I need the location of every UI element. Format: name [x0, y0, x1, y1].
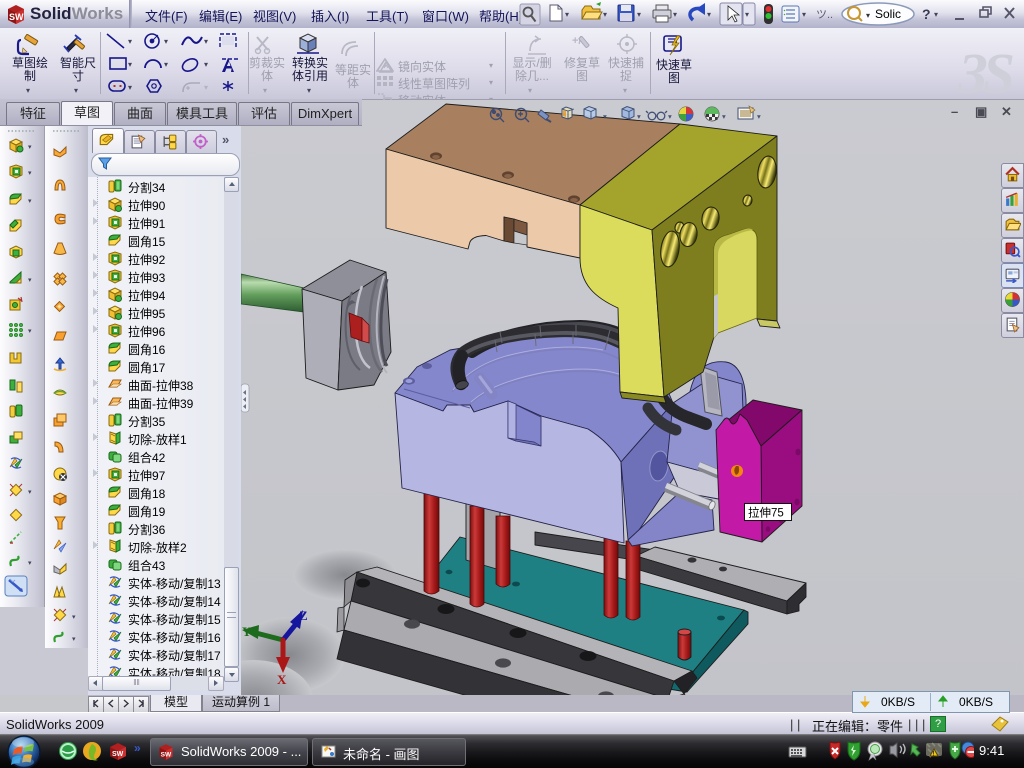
svg-text:▾: ▾: [72, 614, 76, 621]
svg-text:▾: ▾: [603, 112, 607, 121]
svg-text:▾: ▾: [603, 10, 607, 19]
svg-text:ツ..: ツ..: [816, 9, 833, 21]
svg-text:▾: ▾: [28, 560, 32, 567]
svg-text:▾: ▾: [565, 10, 569, 19]
svg-text:▾: ▾: [722, 112, 726, 121]
svg-text:▾: ▾: [164, 37, 168, 46]
svg-text:▾: ▾: [204, 83, 208, 92]
svg-text:Solic: Solic: [875, 7, 901, 21]
svg-text:▾: ▾: [934, 10, 938, 19]
svg-text:X: X: [277, 672, 287, 687]
svg-text:▾: ▾: [802, 10, 806, 19]
svg-text:▾: ▾: [668, 112, 672, 121]
svg-text:▾: ▾: [28, 489, 32, 496]
svg-text:拉伸75: 拉伸75: [748, 506, 784, 520]
svg-text:▾: ▾: [72, 636, 76, 643]
svg-text:▾: ▾: [28, 198, 32, 205]
svg-text:▾: ▾: [128, 83, 132, 92]
svg-text:▾: ▾: [637, 10, 641, 19]
svg-text:▾: ▾: [128, 60, 132, 69]
svg-text:▾: ▾: [28, 144, 32, 151]
svg-text:▾: ▾: [757, 112, 761, 121]
svg-text:Z: Z: [299, 608, 308, 623]
svg-text:▾: ▾: [673, 10, 677, 19]
svg-text:SW: SW: [9, 12, 24, 22]
svg-text:▾: ▾: [128, 37, 132, 46]
svg-text:▾: ▾: [164, 60, 168, 69]
svg-text:▾: ▾: [866, 11, 870, 20]
svg-text:▾: ▾: [745, 10, 749, 19]
svg-text:▾: ▾: [204, 37, 208, 46]
svg-text:SW: SW: [112, 751, 124, 758]
svg-text:!: !: [933, 752, 935, 758]
svg-text:▾: ▾: [28, 328, 32, 335]
svg-text:»: »: [134, 741, 141, 755]
svg-text:▾: ▾: [28, 170, 32, 177]
svg-text:▾: ▾: [707, 10, 711, 19]
svg-text:▾: ▾: [28, 277, 32, 284]
svg-text:SW: SW: [161, 752, 172, 759]
svg-text:Y: Y: [242, 624, 252, 639]
svg-text:?: ?: [922, 6, 931, 22]
svg-text:▾: ▾: [204, 60, 208, 69]
svg-text:▾: ▾: [637, 112, 641, 121]
